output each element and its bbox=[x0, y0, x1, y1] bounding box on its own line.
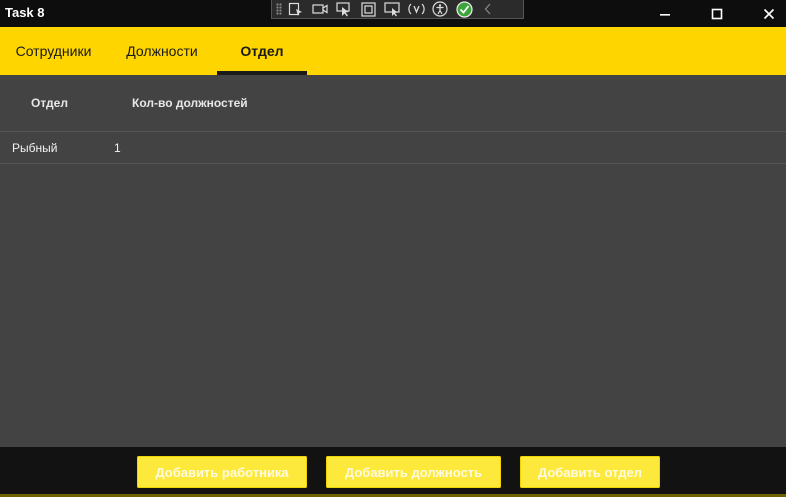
add-position-button[interactable]: Добавить должность bbox=[326, 456, 501, 488]
minimize-icon bbox=[660, 13, 670, 16]
window-titlebar[interactable]: Task 8 bbox=[0, 0, 786, 27]
minimize-button[interactable] bbox=[642, 0, 688, 27]
check-circle-icon[interactable] bbox=[454, 0, 474, 18]
maximize-icon bbox=[711, 8, 723, 19]
close-icon bbox=[763, 8, 775, 19]
cell-positions-count: 1 bbox=[114, 141, 121, 155]
accessibility-icon[interactable] bbox=[430, 1, 450, 18]
tab-department[interactable]: Отдел bbox=[217, 27, 307, 75]
drag-grip-icon[interactable] bbox=[276, 3, 282, 15]
add-worker-button[interactable]: Добавить работника bbox=[137, 456, 307, 488]
display-layout-icon[interactable] bbox=[382, 1, 402, 18]
tab-bar: Сотрудники Должности Отдел bbox=[0, 27, 786, 75]
column-header-department[interactable]: Отдел bbox=[31, 96, 68, 110]
departments-table[interactable]: Отдел Кол-во должностей Рыбный 1 bbox=[0, 75, 786, 447]
row-divider bbox=[0, 163, 786, 164]
close-button[interactable] bbox=[746, 0, 786, 27]
chevron-left-icon[interactable] bbox=[478, 1, 498, 18]
square-icon[interactable] bbox=[358, 1, 378, 18]
action-bar: Добавить работника Добавить должность До… bbox=[0, 447, 786, 497]
tab-employees[interactable]: Сотрудники bbox=[0, 27, 107, 75]
add-department-button[interactable]: Добавить отдел bbox=[520, 456, 660, 488]
tab-positions[interactable]: Должности bbox=[107, 27, 217, 75]
window-title: Task 8 bbox=[5, 5, 45, 20]
maximize-button[interactable] bbox=[694, 0, 740, 27]
video-icon[interactable] bbox=[310, 1, 330, 18]
pointer-icon[interactable] bbox=[334, 1, 354, 18]
cell-department: Рыбный bbox=[12, 141, 58, 155]
header-divider bbox=[0, 131, 786, 132]
column-header-positions-count[interactable]: Кол-во должностей bbox=[132, 96, 248, 110]
hot-reload-icon[interactable] bbox=[406, 1, 426, 18]
select-element-icon[interactable] bbox=[286, 1, 306, 18]
debug-toolbar[interactable] bbox=[271, 0, 524, 19]
